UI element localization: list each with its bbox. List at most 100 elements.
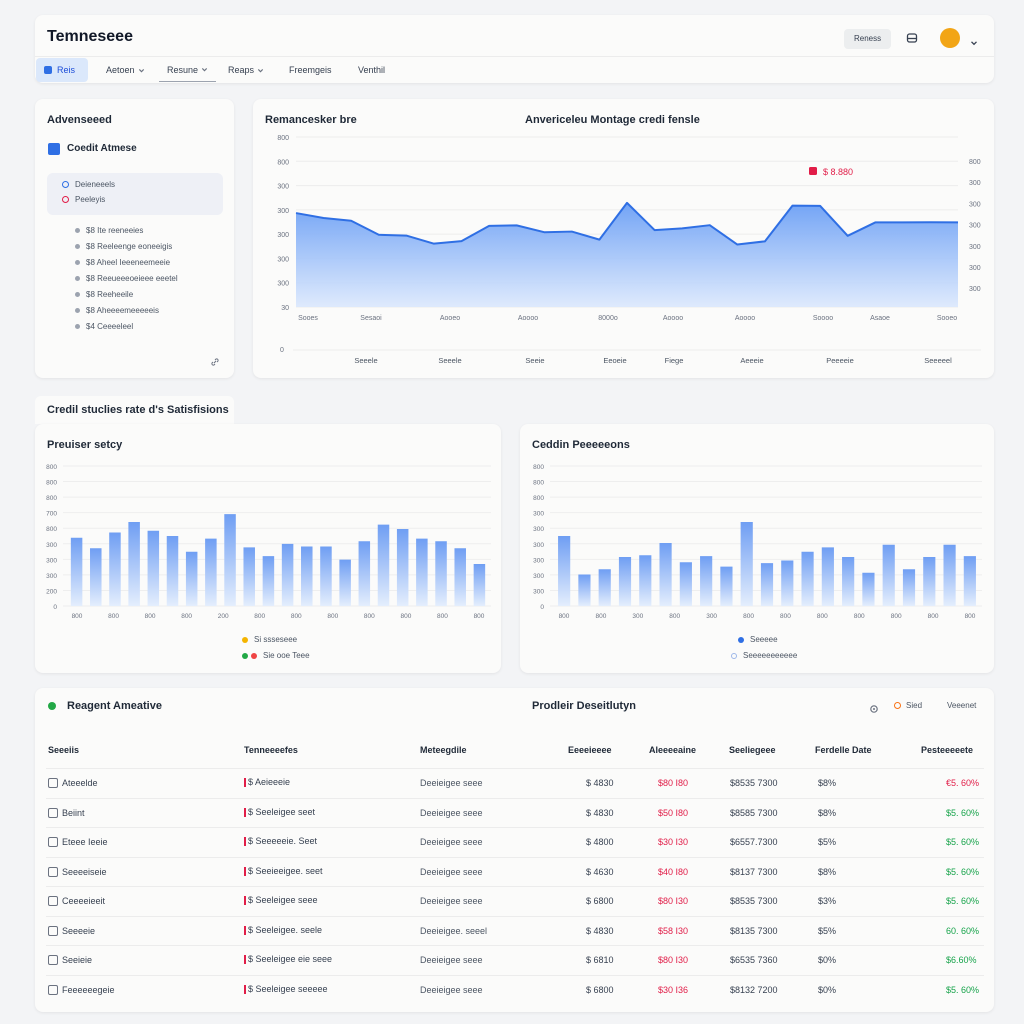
row-checkbox[interactable] <box>48 807 58 818</box>
sidebar-title: Advenseeed <box>47 114 112 126</box>
bar <box>339 559 351 606</box>
table-cell: Deeieigee seee <box>420 896 483 906</box>
sort-button[interactable]: Sied <box>906 701 922 710</box>
filter-icon[interactable] <box>869 701 879 719</box>
col-header[interactable]: Pesteeeeete <box>921 745 973 755</box>
table-row[interactable]: Beiint $ Seeleigee seet Deeieigee seee $ 48… <box>46 797 984 828</box>
table-cell: $8132 7200 <box>730 984 778 995</box>
header-action-button[interactable]: Reness <box>844 29 892 49</box>
nav-tab-reaps[interactable]: Reaps <box>220 58 272 82</box>
filter-option[interactable]: Deieneeels <box>62 180 115 189</box>
table-cell: Deeieigee seee <box>420 837 483 847</box>
x-tick-label: Aoooo <box>518 315 538 322</box>
row-checkbox[interactable] <box>48 866 58 877</box>
col-header[interactable]: Eeeeieeee <box>568 745 612 755</box>
category-label: Eeoeie <box>603 356 626 365</box>
sidebar-item[interactable]: $8 Aheel Ieeeneemeeie <box>75 258 170 267</box>
table-cell: $80 I80 <box>658 778 689 788</box>
row-checkbox[interactable] <box>48 778 58 788</box>
bottom-zero-label: 0 <box>280 347 284 354</box>
avatar[interactable] <box>940 28 960 48</box>
bar <box>147 530 160 606</box>
y-tick-label-right: 300 <box>969 286 981 293</box>
sidebar-item[interactable]: $8 Ite reeneeies <box>75 226 143 235</box>
y-tick-label: 300 <box>277 184 289 191</box>
bar <box>473 564 486 606</box>
row-checkbox[interactable] <box>48 984 58 995</box>
bar <box>70 537 83 606</box>
bullet-icon <box>75 292 80 297</box>
x-tick-label: 300 <box>706 613 717 620</box>
y-tick-label: 800 <box>277 135 289 142</box>
sidebar-item[interactable]: $8 Reeueeeoeieee eeetel <box>75 274 178 283</box>
table-title: Reagent Ameative <box>67 700 162 712</box>
x-tick-label: 800 <box>817 613 828 620</box>
row-checkbox[interactable] <box>48 955 58 965</box>
nav-tab-resume[interactable]: Resune <box>159 58 217 82</box>
x-tick-label: 800 <box>743 613 754 620</box>
table-cell: $8% <box>818 807 837 818</box>
x-tick-label: 800 <box>181 613 192 620</box>
col-header[interactable]: Seeeiis <box>48 745 79 755</box>
table-row[interactable]: Eteee Ieeie $ Seeeeeie. Seet Deeieigee see… <box>46 827 984 857</box>
nav-tab-venthil[interactable]: Venthil <box>350 58 393 82</box>
table-cell: $5. 60% <box>946 896 980 906</box>
table-cell: $6557.7300 <box>730 837 778 847</box>
table-cell: Feeeeeegeie <box>62 984 115 995</box>
link-icon[interactable] <box>210 354 220 372</box>
sidebar-item[interactable]: $8 Reeheeile <box>75 290 133 299</box>
y-tick-label: 30 <box>281 305 289 312</box>
table-cell: Deeieigee seee <box>420 984 483 995</box>
status-dot <box>48 702 56 710</box>
table-row[interactable]: Ceeeeieeit $ Seeleigee seee Deeieigee seee… <box>46 886 984 916</box>
table-cell: $58 I30 <box>658 925 689 936</box>
table-row[interactable]: Feeeeeegeie $ Seeleigee seeeee Deeieigee s… <box>46 974 984 1005</box>
table-cell: $ Seeleigee seet <box>244 807 315 817</box>
nav-tab-freemgeis[interactable]: Freemgeis <box>281 58 340 82</box>
table-cell: $ 4830 <box>586 925 614 936</box>
table-row[interactable]: Ateeelde $ Aeieeeie Deeieigee seee $ 4830 $8… <box>46 768 984 798</box>
col-header[interactable]: Seeliegeee <box>729 745 776 755</box>
inbox-icon[interactable] <box>906 31 918 43</box>
col-header[interactable]: Tenneeeefes <box>244 745 298 755</box>
col-header[interactable]: Ferdelle Date <box>815 745 872 755</box>
table-cell: $5. 60% <box>946 807 980 818</box>
sidebar-item[interactable]: $4 Ceeeeleel <box>75 322 133 331</box>
col-header[interactable]: Meteegdile <box>420 745 467 755</box>
bar <box>578 574 591 606</box>
nav-tab-actions[interactable]: Aetoen <box>98 58 153 82</box>
table-cell: $ Seeeeeie. Seet <box>244 837 317 846</box>
bar <box>801 551 814 606</box>
x-tick-label: 200 <box>218 613 229 620</box>
row-checkbox[interactable] <box>48 896 58 906</box>
y-tick-label: 200 <box>46 588 57 595</box>
sidebar-item[interactable]: $8 Reeleenge eoneeigis <box>75 242 172 251</box>
row-checkbox[interactable] <box>48 837 58 847</box>
category-label: Seeie <box>525 356 544 365</box>
table-cell: Seeeeiseie <box>62 866 107 877</box>
category-label: Aeeeie <box>740 356 763 365</box>
nav-tab-home[interactable]: Reis <box>36 58 88 82</box>
y-tick-label: 300 <box>533 526 544 533</box>
table-row[interactable]: Seeeeiseie $ Seeieeigee. seet Deeieigee se… <box>46 856 984 887</box>
bar <box>598 569 611 606</box>
export-button[interactable]: Veeenet <box>947 701 976 710</box>
bullet-icon <box>75 308 80 313</box>
table-row[interactable]: Seeeeie $ Seeleigee. seele Deeieigee. seee… <box>46 915 984 946</box>
x-tick-label: 800 <box>891 613 902 620</box>
table-cell: $50 I80 <box>658 807 689 818</box>
radio-icon <box>62 196 69 203</box>
col-header[interactable]: Aleeeeaine <box>649 745 696 755</box>
sidebar-section-label: Coedit Atmese <box>67 143 137 154</box>
chevron-down-icon[interactable] <box>970 34 978 52</box>
y-tick-label: 800 <box>533 464 544 471</box>
bar <box>416 538 428 606</box>
sidebar-item[interactable]: $8 Aheeeemeeeeeis <box>75 306 159 315</box>
table-row[interactable]: Seeieie $ Seeleigee eie seee Deeieigee see… <box>46 945 984 975</box>
table-cell: Deeieigee seee <box>420 866 483 877</box>
area-chart: 800 800 300 300 300 300 300 30 800 300 300 300 300 30… <box>277 135 981 365</box>
row-checkbox[interactable] <box>48 925 58 936</box>
filter-option[interactable]: Peeleyis <box>62 195 105 204</box>
sort-icon[interactable] <box>894 702 901 709</box>
table-cell: $5. 60% <box>946 837 980 847</box>
